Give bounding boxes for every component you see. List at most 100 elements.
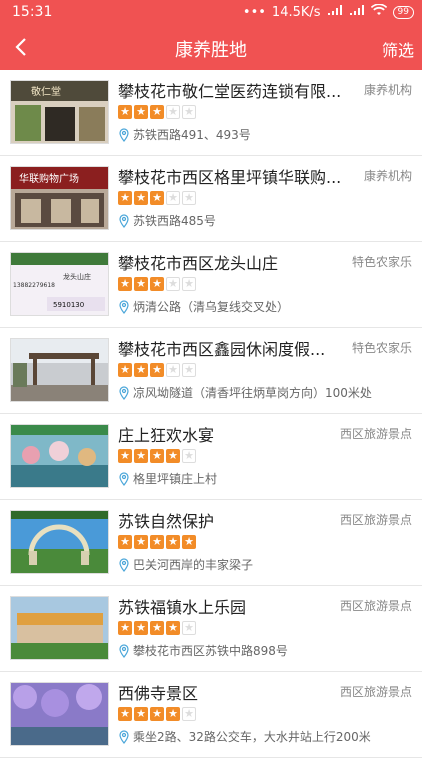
star-empty-icon: ★ [182,191,196,205]
thumbnail-image [10,596,109,660]
star-empty-icon: ★ [182,449,196,463]
page-title: 康养胜地 [175,40,247,61]
location-pin-icon [119,299,129,314]
item-category: 西区旅游景点 [339,599,412,613]
star-empty-icon: ★ [182,105,196,119]
star-icon: ★ [118,105,132,119]
item-address-text: 苏铁西路485号 [133,214,216,228]
item-address: 苏铁西路491、493号 [118,126,414,143]
list-item[interactable]: 华联购物广场 攀枝花市西区格里坪镇华联购... 康养机构 ★ ★ ★ ★ ★ 苏… [0,156,422,242]
item-category: 康养机构 [363,169,412,183]
svg-text:龙头山庄: 龙头山庄 [63,272,91,281]
item-address-text: 巴关河西岸的丰家梁子 [133,558,254,572]
star-icon: ★ [134,363,148,377]
list-item[interactable]: 西佛寺景区 西区旅游景点 ★ ★ ★ ★ ★ 乘坐2路、32路公交车，大水井站上… [0,672,422,758]
filter-button[interactable]: 筛选 [382,37,414,61]
status-time: 15:31 [12,4,53,20]
more-dots-icon: ••• [242,4,266,20]
star-icon: ★ [134,191,148,205]
star-icon: ★ [118,621,132,635]
star-icon: ★ [118,277,132,291]
star-icon: ★ [134,621,148,635]
item-name: 攀枝花市西区龙头山庄 [118,254,279,273]
list-item[interactable]: 攀枝花市西区鑫园休闲度假... 特色农家乐 ★ ★ ★ ★ ★ 凉风坳隧道（清香… [0,328,422,414]
item-address-text: 攀枝花市西区苏铁中路898号 [133,644,288,658]
item-category: 康养机构 [363,83,412,97]
thumbnail-image [10,682,109,746]
item-category: 特色农家乐 [351,341,412,355]
item-name: 庄上狂欢水宴 [118,426,215,445]
star-icon: ★ [150,191,164,205]
item-address-text: 炳清公路（清乌复线交叉处） [133,300,290,314]
star-icon: ★ [134,535,148,549]
status-bar: 15:31 ••• 14.5K/s 99 [0,0,422,26]
item-category: 西区旅游景点 [339,513,412,527]
item-name: 攀枝花市敬仁堂医药连锁有限... [118,82,342,101]
location-pin-icon [119,213,129,228]
location-pin-icon [119,471,129,486]
star-empty-icon: ★ [182,363,196,377]
rating-stars: ★ ★ ★ ★ ★ [118,363,196,377]
star-icon: ★ [166,535,180,549]
star-icon: ★ [118,535,132,549]
star-empty-icon: ★ [182,621,196,635]
wifi-icon [370,3,387,20]
star-icon: ★ [134,449,148,463]
item-name: 苏铁自然保护 [118,512,215,531]
item-address: 苏铁西路485号 [118,212,414,229]
location-pin-icon [119,729,129,744]
network-speed: 14.5K/s [271,4,321,20]
item-address: 炳清公路（清乌复线交叉处） [118,298,414,315]
place-list: 敬仁堂 攀枝花市敬仁堂医药连锁有限... 康养机构 ★ ★ ★ ★ ★ 苏铁西路… [0,70,422,758]
star-empty-icon: ★ [166,277,180,291]
star-icon: ★ [134,105,148,119]
item-address-text: 凉风坳隧道（清香坪往炳草岗方向）100米处 [133,386,372,400]
item-address-text: 格里坪镇庄上村 [133,472,218,486]
star-icon: ★ [150,449,164,463]
svg-text:5910130: 5910130 [53,301,84,309]
thumbnail-image: 华联购物广场 [10,166,109,230]
status-icons: ••• 14.5K/s 99 [242,3,414,20]
rating-stars: ★ ★ ★ ★ ★ [118,449,196,463]
thumbnail-image [10,510,109,574]
item-address: 攀枝花市西区苏铁中路898号 [118,642,414,659]
svg-text:华联购物广场: 华联购物广场 [19,172,79,185]
item-address: 凉风坳隧道（清香坪往炳草岗方向）100米处 [118,384,414,401]
star-icon: ★ [150,363,164,377]
item-address-text: 苏铁西路491、493号 [133,128,251,142]
star-icon: ★ [118,191,132,205]
rating-stars: ★ ★ ★ ★ ★ [118,535,196,549]
star-icon: ★ [134,277,148,291]
star-icon: ★ [150,105,164,119]
rating-stars: ★ ★ ★ ★ ★ [118,105,196,119]
list-item[interactable]: 龙头山庄 13882279618 5910130 攀枝花市西区龙头山庄 特色农家… [0,242,422,328]
item-address: 巴关河西岸的丰家梁子 [118,556,414,573]
item-address: 格里坪镇庄上村 [118,470,414,487]
list-item[interactable]: 苏铁福镇水上乐园 西区旅游景点 ★ ★ ★ ★ ★ 攀枝花市西区苏铁中路898号 [0,586,422,672]
star-icon: ★ [118,707,132,721]
star-empty-icon: ★ [182,277,196,291]
svg-text:敬仁堂: 敬仁堂 [31,85,61,98]
thumbnail-image [10,424,109,488]
rating-stars: ★ ★ ★ ★ ★ [118,621,196,635]
list-item[interactable]: 苏铁自然保护 西区旅游景点 ★ ★ ★ ★ ★ 巴关河西岸的丰家梁子 [0,500,422,586]
item-name: 苏铁福镇水上乐园 [118,598,247,617]
list-item[interactable]: 敬仁堂 攀枝花市敬仁堂医药连锁有限... 康养机构 ★ ★ ★ ★ ★ 苏铁西路… [0,70,422,156]
star-icon: ★ [166,449,180,463]
star-icon: ★ [150,535,164,549]
item-name: 攀枝花市西区格里坪镇华联购... [118,168,342,187]
star-icon: ★ [166,707,180,721]
rating-stars: ★ ★ ★ ★ ★ [118,277,196,291]
battery-icon: 99 [392,5,414,19]
rating-stars: ★ ★ ★ ★ ★ [118,191,196,205]
top-nav-bar: 康养胜地 筛选 [0,26,422,70]
item-category: 特色农家乐 [351,255,412,269]
svg-text:13882279618: 13882279618 [13,282,55,289]
location-pin-icon [119,643,129,658]
item-category: 西区旅游景点 [339,427,412,441]
location-pin-icon [119,127,129,142]
location-pin-icon [119,385,129,400]
star-empty-icon: ★ [166,191,180,205]
star-icon: ★ [118,449,132,463]
list-item[interactable]: 庄上狂欢水宴 西区旅游景点 ★ ★ ★ ★ ★ 格里坪镇庄上村 [0,414,422,500]
